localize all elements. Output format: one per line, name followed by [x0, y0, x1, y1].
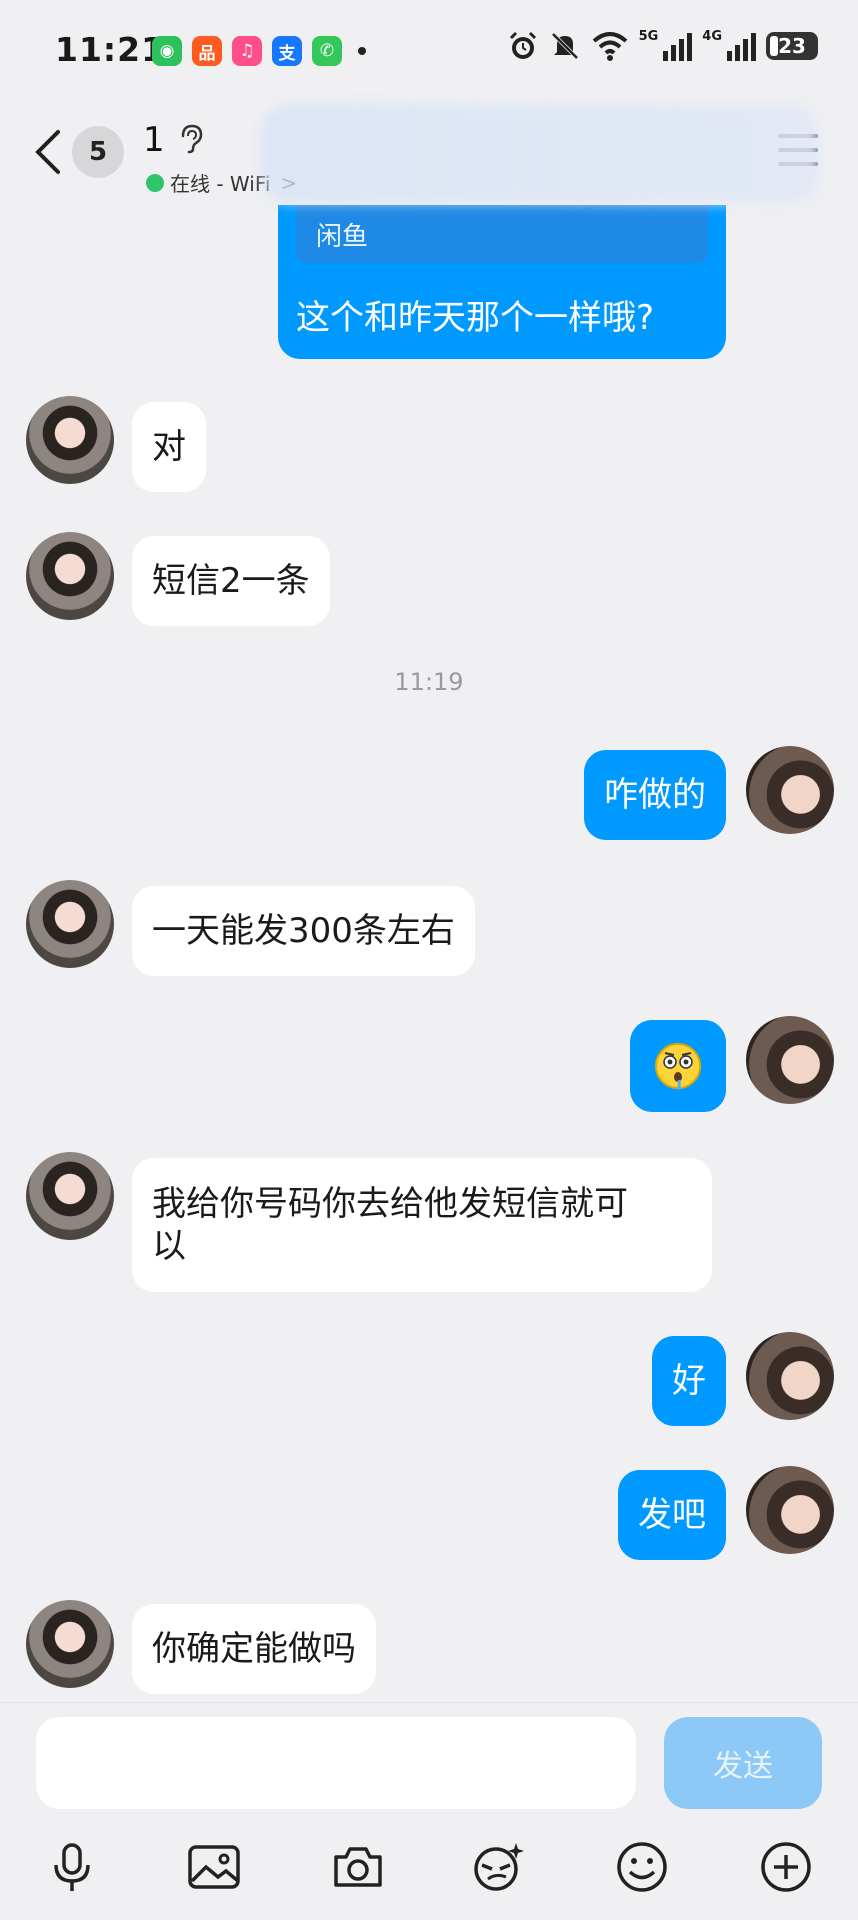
network-5g-label: 5G — [638, 28, 659, 44]
message-bubble[interactable]: 你确定能做吗 — [132, 1604, 376, 1694]
contact-avatar[interactable] — [26, 1152, 114, 1240]
network-4g-label: 4G — [702, 28, 722, 44]
emoji-icon[interactable] — [614, 1839, 670, 1895]
phone-icon: ✆ — [312, 36, 342, 66]
status-bar: 11:21 ◉ 品 ♫ 支 ✆ 5G 4G 23 — [0, 0, 858, 100]
microphone-icon[interactable] — [44, 1839, 100, 1895]
compose-area: 发送 — [0, 1702, 858, 1920]
send-button[interactable]: 发送 — [664, 1717, 822, 1809]
message-bubble[interactable]: 短信2一条 — [132, 536, 330, 626]
status-time: 11:21 — [55, 30, 166, 69]
battery-level: 23 — [778, 34, 806, 58]
my-avatar[interactable] — [746, 746, 834, 834]
chat-header — [0, 100, 858, 210]
message-bubble[interactable]: 咋做的 — [584, 750, 726, 840]
message-bubble[interactable]: 对 — [132, 402, 206, 492]
battery-indicator: 23 — [766, 32, 818, 60]
emoji-message-bubble[interactable] — [630, 1020, 726, 1112]
mute-bell-icon — [551, 32, 578, 60]
my-avatar[interactable] — [746, 1332, 834, 1420]
message-bubble[interactable]: 发吧 — [618, 1470, 726, 1560]
contact-avatar[interactable] — [26, 880, 114, 968]
quoted-message-text: 这个和昨天那个一样哦? — [296, 298, 655, 338]
shopping-app-icon: ♫ — [232, 36, 262, 66]
quoted-source: 闲鱼 — [296, 205, 708, 263]
message-input[interactable] — [36, 1717, 636, 1809]
more-notifications-dot — [358, 47, 366, 55]
input-toolbar — [0, 1833, 858, 1913]
wifi-icon — [592, 32, 627, 61]
message-bubble[interactable]: 一天能发300条左右 — [132, 886, 475, 976]
alarm-icon — [509, 31, 536, 59]
signal-icon — [663, 33, 693, 61]
camera-icon[interactable] — [330, 1839, 386, 1895]
my-avatar[interactable] — [746, 1016, 834, 1104]
message-timestamp: 11:19 — [394, 668, 464, 696]
image-icon[interactable] — [186, 1839, 242, 1895]
message-bubble[interactable]: 我给你号码你去给他发短信就可 以 — [132, 1158, 712, 1292]
flushed-face-emoji-icon — [655, 1043, 701, 1091]
status-icons: 5G 4G 23 — [507, 28, 818, 62]
wechat-icon: ◉ — [152, 36, 182, 66]
chat-screen: 11:21 ◉ 品 ♫ 支 ✆ 5G 4G 23 5 1 在线 - WiFi > — [0, 0, 858, 1920]
alipay-icon: 支 — [272, 36, 302, 66]
taobao-icon: 品 — [192, 36, 222, 66]
contact-avatar[interactable] — [26, 396, 114, 484]
contact-avatar[interactable] — [26, 532, 114, 620]
message-bubble[interactable]: 好 — [652, 1336, 726, 1426]
header-backdrop — [260, 104, 820, 204]
signal-icon-2 — [727, 33, 756, 61]
plus-icon[interactable] — [758, 1839, 814, 1895]
sticker-icon[interactable] — [470, 1839, 526, 1895]
notification-apps: ◉ 品 ♫ 支 ✆ — [152, 36, 366, 66]
contact-avatar[interactable] — [26, 1600, 114, 1688]
my-avatar[interactable] — [746, 1466, 834, 1554]
